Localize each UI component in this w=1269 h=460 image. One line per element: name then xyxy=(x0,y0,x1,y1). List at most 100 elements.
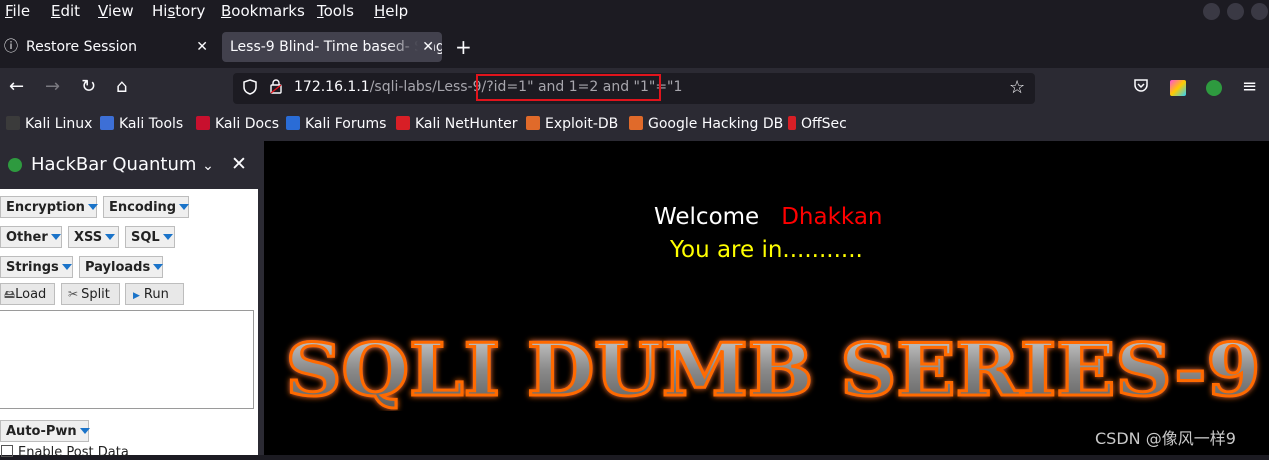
hackbar-textarea[interactable] xyxy=(0,310,254,409)
run-label: Run xyxy=(143,287,169,302)
highlight-box xyxy=(476,74,661,101)
back-button[interactable]: ← xyxy=(9,76,24,97)
tab-restore-session[interactable]: ⓘ Restore Session ✕ xyxy=(0,32,216,62)
pocket-icon[interactable] xyxy=(1133,78,1149,97)
bookmark-label: Kali NetHunter xyxy=(415,116,518,132)
url-bar[interactable]: 172.16.1.1/sqli-labs/Less-9/?id=1" and 1… xyxy=(233,73,1035,104)
menu-help-accel: H xyxy=(374,2,386,20)
minimize-button[interactable] xyxy=(1203,3,1220,20)
sqli-banner-image: SQLI DUMB SERIES-9 xyxy=(284,331,1262,411)
menu-history[interactable]: History xyxy=(152,2,205,20)
bookmark-kali-tools[interactable]: Kali Tools xyxy=(100,116,183,132)
bookmark-label: Google Hacking DB xyxy=(648,116,784,132)
menu-tools-accel: T xyxy=(317,2,324,20)
sidebar-header: HackBar Quantum ⌄ ✕ xyxy=(0,141,258,189)
menu-tools[interactable]: Tools xyxy=(317,2,354,20)
dropdown-label: SQL xyxy=(131,230,160,245)
sidebar-title[interactable]: HackBar Quantum ⌄ xyxy=(31,154,214,175)
bookmark-kali-docs[interactable]: Kali Docs xyxy=(196,116,279,132)
sql-dropdown[interactable]: SQL xyxy=(125,226,175,248)
dropdown-arrow-icon xyxy=(50,234,61,240)
bookmark-exploit-db[interactable]: Exploit-DB xyxy=(526,116,618,132)
nav-toolbar: ← → ↻ ⌂ 172.16.1.1/sqli-labs/Less-9/?id=… xyxy=(0,68,1269,108)
enable-post-checkbox[interactable]: Enable Post Data xyxy=(1,445,129,460)
kali-docs-icon xyxy=(196,116,210,130)
menu-view[interactable]: View xyxy=(98,2,134,20)
dropdown-label: XSS xyxy=(74,230,103,245)
hackbar-icon[interactable] xyxy=(1206,80,1222,96)
menu-edit[interactable]: Edit xyxy=(51,2,80,20)
status-message: You are in........... xyxy=(670,237,863,263)
run-button[interactable]: ▶ Run xyxy=(125,283,184,305)
forward-button[interactable]: → xyxy=(45,76,60,97)
menu-help[interactable]: Help xyxy=(374,2,408,20)
welcome-text: Welcome xyxy=(654,204,760,230)
user-name: Dhakkan xyxy=(781,204,883,230)
dropdown-arrow-icon xyxy=(153,264,164,270)
kali-nethunter-icon xyxy=(396,116,410,130)
enable-post-label: Enable Post Data xyxy=(18,445,129,460)
menu-icon[interactable]: ≡ xyxy=(1242,76,1257,97)
sidebar-close-icon[interactable]: ✕ xyxy=(231,153,247,175)
checkbox-box[interactable] xyxy=(1,445,13,457)
ghdb-icon xyxy=(629,116,643,130)
new-tab-button[interactable]: + xyxy=(455,35,472,59)
bookmark-kali-linux[interactable]: Kali Linux xyxy=(6,116,92,132)
kali-tools-icon xyxy=(100,116,114,130)
sidebar-title-text: HackBar Quantum xyxy=(31,154,197,175)
page-content: Welcome Dhakkan You are in........... SQL… xyxy=(264,141,1269,455)
load-label: Load xyxy=(15,287,47,302)
dropdown-arrow-icon xyxy=(105,234,116,240)
menu-bookmarks[interactable]: Bookmarks xyxy=(221,2,305,20)
load-button[interactable]: 🖴Load xyxy=(0,283,55,305)
encryption-dropdown[interactable]: Encryption xyxy=(0,196,98,218)
autopwn-dropdown[interactable]: Auto-Pwn xyxy=(0,420,90,442)
dropdown-arrow-icon xyxy=(87,204,98,210)
hackbar-logo-icon xyxy=(8,158,22,172)
bookmark-kali-forums[interactable]: Kali Forums xyxy=(286,116,386,132)
bookmark-label: Kali Forums xyxy=(305,116,387,132)
tab-strip: ⓘ Restore Session ✕ Less-9 Blind- Time b… xyxy=(0,23,1269,68)
bookmark-label: OffSec xyxy=(801,116,847,132)
dropdown-label: Payloads xyxy=(85,260,151,275)
payloads-dropdown[interactable]: Payloads xyxy=(79,256,164,278)
menu-bookmarks-rest: ookmarks xyxy=(231,2,305,20)
bookmark-google-hacking-db[interactable]: Google Hacking DB xyxy=(629,116,783,132)
dropdown-arrow-icon xyxy=(162,234,173,240)
star-icon[interactable]: ☆ xyxy=(1009,77,1025,98)
bookmark-offsec[interactable]: OffSec xyxy=(788,116,847,132)
dropdown-label: Strings xyxy=(6,260,59,275)
home-button[interactable]: ⌂ xyxy=(116,76,127,97)
other-dropdown[interactable]: Other xyxy=(0,226,62,248)
info-icon: ⓘ xyxy=(4,39,18,55)
split-button[interactable]: ✂ Split xyxy=(61,283,120,305)
bookmark-label: Exploit-DB xyxy=(545,116,619,132)
load-icon: 🖴 xyxy=(4,288,16,301)
maximize-button[interactable] xyxy=(1227,3,1244,20)
close-icon[interactable]: ✕ xyxy=(418,32,434,62)
menu-tools-rest: ools xyxy=(323,2,354,20)
shield-icon[interactable] xyxy=(243,79,257,99)
xss-dropdown[interactable]: XSS xyxy=(68,226,119,248)
strings-dropdown[interactable]: Strings xyxy=(0,256,73,278)
dropdown-label: Encoding xyxy=(109,200,177,215)
close-window-button[interactable] xyxy=(1251,3,1268,20)
bookmark-label: Kali Docs xyxy=(215,116,280,132)
menu-view-accel: V xyxy=(98,2,108,20)
bookmark-kali-nethunter[interactable]: Kali NetHunter xyxy=(396,116,517,132)
extension-icon[interactable] xyxy=(1170,80,1186,96)
lock-icon[interactable] xyxy=(270,79,282,98)
scissors-icon: ✂ xyxy=(68,287,79,301)
encoding-dropdown[interactable]: Encoding xyxy=(103,196,190,218)
tab-label: Restore Session xyxy=(26,39,137,55)
dropdown-arrow-icon xyxy=(179,204,190,210)
bookmark-label: Kali Tools xyxy=(119,116,184,132)
split-label: Split xyxy=(81,287,110,302)
kali-linux-icon xyxy=(6,116,20,130)
chevron-down-icon: ⌄ xyxy=(202,158,214,174)
close-icon[interactable]: ✕ xyxy=(196,32,208,62)
watermark: CSDN @像风一样9 xyxy=(1095,429,1236,448)
menu-file[interactable]: File xyxy=(5,2,30,20)
tab-less-9[interactable]: Less-9 Blind- Time based- Single Quotes-… xyxy=(222,32,442,62)
reload-button[interactable]: ↻ xyxy=(81,76,96,97)
